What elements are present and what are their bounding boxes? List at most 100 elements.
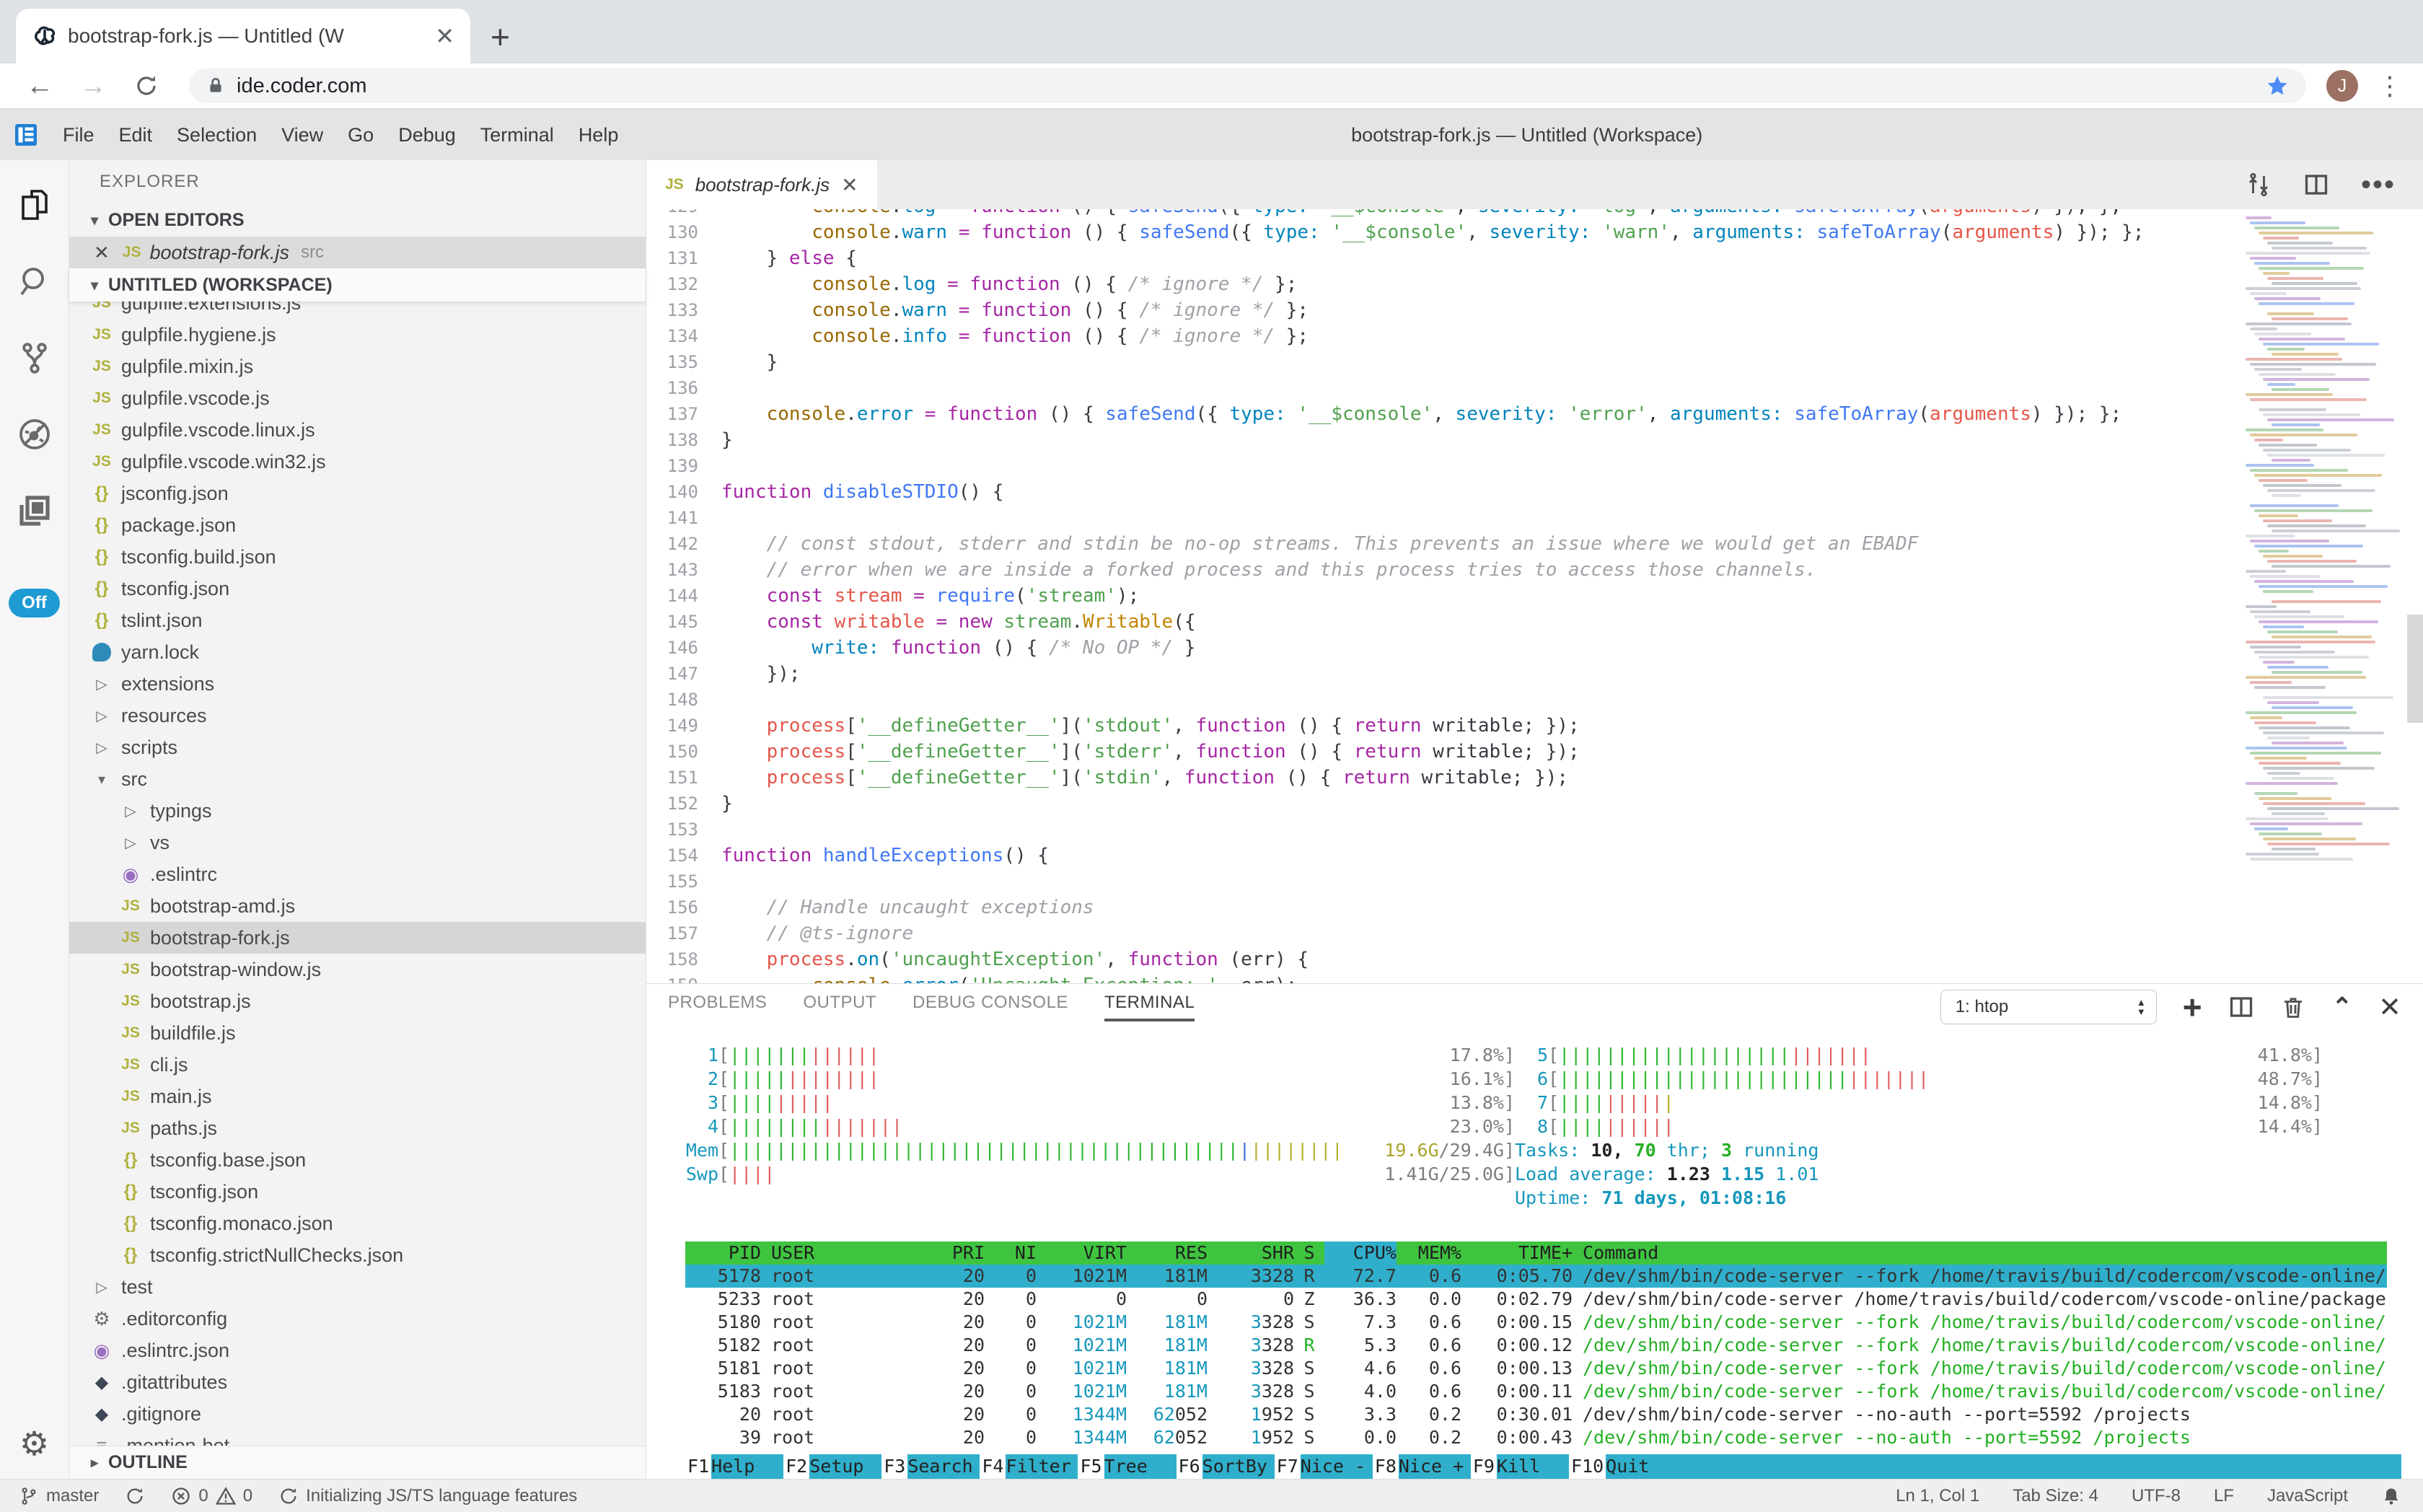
forward-icon[interactable]: →	[79, 71, 107, 102]
status-badge[interactable]: Off	[9, 589, 60, 617]
tree-item-paths.js[interactable]: JSpaths.js	[69, 1112, 646, 1144]
tree-item-gulpfile.extensions.js[interactable]: JSgulpfile.extensions.js	[69, 302, 646, 319]
tab-debug-console[interactable]: DEBUG CONSOLE	[913, 993, 1068, 1021]
tree-item-gulpfile.mixin.js[interactable]: JSgulpfile.mixin.js	[69, 351, 646, 382]
tree-item-gulpfile.vscode.linux.js[interactable]: JSgulpfile.vscode.linux.js	[69, 414, 646, 446]
workspace-header[interactable]: ▾ UNTITLED (WORKSPACE)	[69, 268, 646, 302]
editor-tab[interactable]: JS bootstrap-fork.js ✕	[646, 160, 877, 209]
tree-item-gulpfile.vscode.js[interactable]: JSgulpfile.vscode.js	[69, 382, 646, 414]
back-icon[interactable]: ←	[26, 71, 53, 102]
tree-item-tsconfig.strictNullChecks.json[interactable]: {}tsconfig.strictNullChecks.json	[69, 1239, 646, 1271]
tree-item-bootstrap-amd.js[interactable]: JSbootstrap-amd.js	[69, 890, 646, 922]
tree-item-.gitignore[interactable]: ◆.gitignore	[69, 1398, 646, 1430]
sync-changes-icon[interactable]	[2246, 172, 2272, 198]
outline-header[interactable]: ▸ OUTLINE	[69, 1446, 646, 1479]
notifications-bell-icon[interactable]	[2381, 1486, 2401, 1506]
problems-indicator[interactable]: 0 0	[171, 1486, 252, 1506]
code-line-139: 139	[646, 453, 2234, 479]
reload-icon[interactable]	[133, 72, 160, 100]
code-line-156: 156 // Handle uncaught exceptions	[646, 895, 2234, 920]
menu-selection[interactable]: Selection	[177, 124, 257, 146]
bookmark-star-icon[interactable]	[2266, 74, 2289, 97]
tab-terminal[interactable]: TERMINAL	[1104, 993, 1195, 1021]
chevron-down-icon: ▾	[85, 770, 118, 788]
sync-button[interactable]	[125, 1486, 145, 1506]
tree-item-package.json[interactable]: {}package.json	[69, 509, 646, 541]
tree-item-vs[interactable]: ▷vs	[69, 827, 646, 858]
tab-size[interactable]: Tab Size: 4	[2013, 1486, 2098, 1506]
terminal-select[interactable]: 1: htop ▲▼	[1940, 990, 2157, 1024]
settings-gear-icon[interactable]: ⚙	[19, 1424, 49, 1463]
cursor-position[interactable]: Ln 1, Col 1	[1896, 1486, 1979, 1506]
tree-item-buildfile.js[interactable]: JSbuildfile.js	[69, 1017, 646, 1049]
maximize-panel-icon[interactable]: ⌃	[2332, 993, 2353, 1021]
menu-terminal[interactable]: Terminal	[480, 124, 554, 146]
browser-menu-icon[interactable]: ⋮	[2377, 71, 2403, 101]
code-line-142: 142 // const stdout, stderr and stdin be…	[646, 531, 2234, 557]
kill-terminal-trash-icon[interactable]	[2280, 994, 2306, 1020]
tab-problems[interactable]: PROBLEMS	[668, 993, 767, 1021]
split-editor-icon[interactable]	[2303, 172, 2329, 198]
url-bar[interactable]: ide.coder.com	[189, 69, 2306, 103]
debug-disabled-icon[interactable]	[17, 417, 52, 452]
tree-item-gulpfile.hygiene.js[interactable]: JSgulpfile.hygiene.js	[69, 319, 646, 351]
avatar[interactable]: J	[2326, 70, 2358, 102]
new-terminal-icon[interactable]: +	[2183, 993, 2202, 1021]
tree-item-.eslintrc[interactable]: ◉.eslintrc	[69, 858, 646, 890]
tree-item-src[interactable]: ▾src	[69, 763, 646, 795]
close-icon[interactable]: ✕	[94, 242, 110, 264]
tree-item-.mention-bot[interactable]: ≡.mention-bot	[69, 1430, 646, 1446]
menu-edit[interactable]: Edit	[119, 124, 153, 146]
search-icon[interactable]	[17, 264, 52, 299]
tree-item-.eslintrc.json[interactable]: ◉.eslintrc.json	[69, 1335, 646, 1366]
git-branch-indicator[interactable]: master	[19, 1486, 99, 1506]
source-control-icon[interactable]	[17, 340, 52, 375]
tree-item-typings[interactable]: ▷typings	[69, 795, 646, 827]
new-tab-button[interactable]: +	[491, 20, 510, 53]
encoding[interactable]: UTF-8	[2132, 1486, 2181, 1506]
menu-help[interactable]: Help	[579, 124, 619, 146]
open-editors-header[interactable]: ▾ OPEN EDITORS	[69, 203, 646, 237]
tree-item-.editorconfig[interactable]: ⚙.editorconfig	[69, 1303, 646, 1335]
split-terminal-icon[interactable]	[2228, 994, 2254, 1020]
tree-item-.gitattributes[interactable]: ◆.gitattributes	[69, 1366, 646, 1398]
extensions-icon[interactable]	[17, 493, 52, 528]
eol[interactable]: LF	[2214, 1486, 2234, 1506]
menu-go[interactable]: Go	[348, 124, 374, 146]
tree-item-bootstrap-window.js[interactable]: JSbootstrap-window.js	[69, 954, 646, 985]
tree-item-gulpfile.vscode.win32.js[interactable]: JSgulpfile.vscode.win32.js	[69, 446, 646, 478]
tree-item-tslint.json[interactable]: {}tslint.json	[69, 605, 646, 636]
json-file-icon: {}	[124, 1182, 138, 1202]
more-actions-icon[interactable]: •••	[2361, 169, 2396, 201]
tree-item-cli.js[interactable]: JScli.js	[69, 1049, 646, 1081]
browser-tab[interactable]: bootstrap-fork.js — Untitled (W ✕	[16, 9, 470, 63]
terminal-htop[interactable]: 1[|||||||||||||17.8%]2[|||||||||||||16.1…	[646, 1030, 2423, 1479]
tab-close-icon[interactable]: ✕	[435, 22, 454, 50]
tree-item-test[interactable]: ▷test	[69, 1271, 646, 1303]
tree-item-extensions[interactable]: ▷extensions	[69, 668, 646, 700]
tree-item-tsconfig.json[interactable]: {}tsconfig.json	[69, 573, 646, 605]
menu-view[interactable]: View	[281, 124, 323, 146]
tree-item-scripts[interactable]: ▷scripts	[69, 731, 646, 763]
editor-scrollbar[interactable]	[2407, 615, 2423, 723]
menu-file[interactable]: File	[63, 124, 94, 146]
tree-item-resources[interactable]: ▷resources	[69, 700, 646, 731]
tree-item-tsconfig.json[interactable]: {}tsconfig.json	[69, 1176, 646, 1208]
language-mode[interactable]: JavaScript	[2267, 1486, 2348, 1506]
tree-item-tsconfig.build.json[interactable]: {}tsconfig.build.json	[69, 541, 646, 573]
close-icon[interactable]: ✕	[841, 173, 858, 197]
tree-item-tsconfig.monaco.json[interactable]: {}tsconfig.monaco.json	[69, 1208, 646, 1239]
minimap[interactable]	[2234, 209, 2423, 983]
tree-item-bootstrap.js[interactable]: JSbootstrap.js	[69, 985, 646, 1017]
tree-item-bootstrap-fork.js[interactable]: JSbootstrap-fork.js	[69, 922, 646, 954]
close-panel-icon[interactable]: ✕	[2378, 991, 2401, 1024]
tree-item-yarn.lock[interactable]: yarn.lock	[69, 636, 646, 668]
tab-output[interactable]: OUTPUT	[803, 993, 876, 1021]
code-editor[interactable]: 129 console.log = function () { safeSend…	[646, 209, 2423, 983]
menu-debug[interactable]: Debug	[398, 124, 456, 146]
explorer-icon[interactable]	[17, 188, 52, 222]
open-editor-item[interactable]: ✕ JS bootstrap-fork.js src	[69, 237, 646, 268]
tree-item-jsconfig.json[interactable]: {}jsconfig.json	[69, 478, 646, 509]
tree-item-main.js[interactable]: JSmain.js	[69, 1081, 646, 1112]
tree-item-tsconfig.base.json[interactable]: {}tsconfig.base.json	[69, 1144, 646, 1176]
